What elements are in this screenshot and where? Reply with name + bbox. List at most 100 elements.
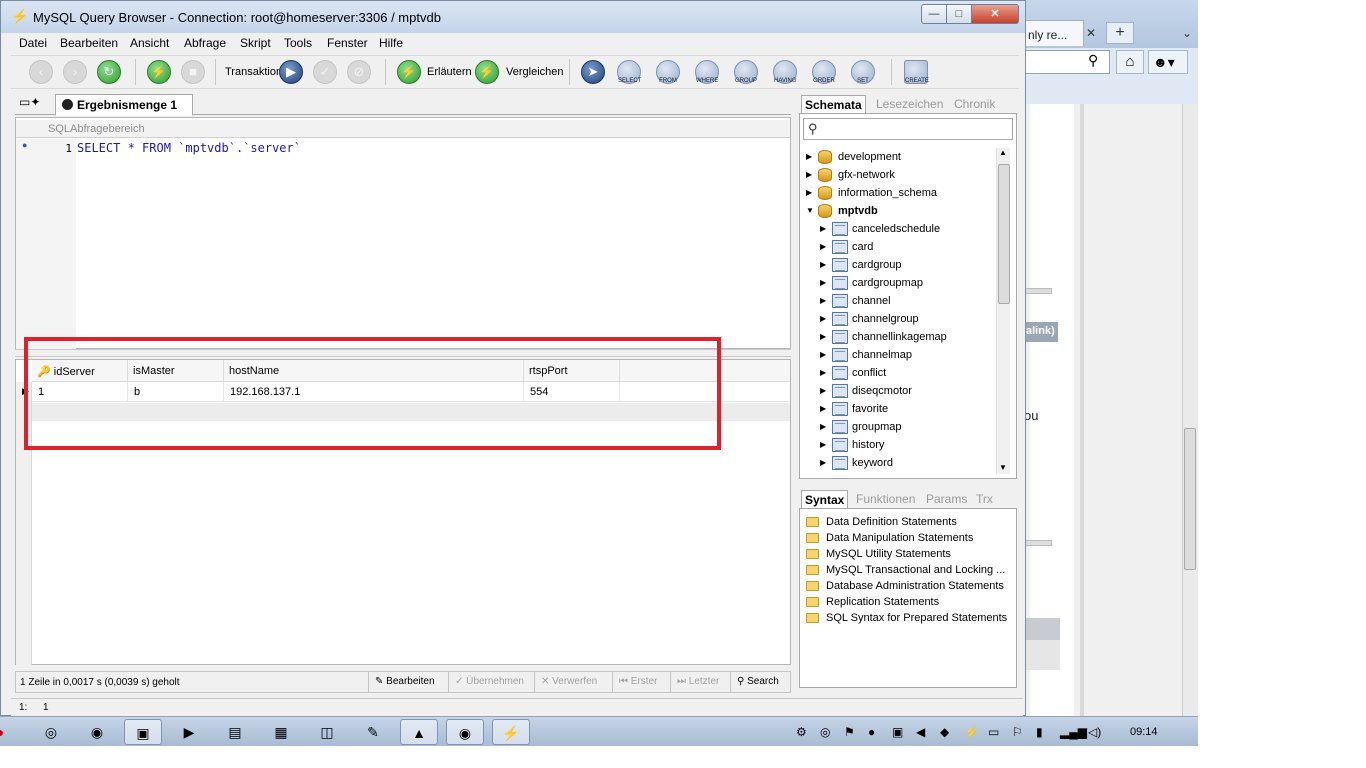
execute-button[interactable]: ⚡ — [147, 60, 171, 84]
tab-history[interactable]: Chronik — [951, 95, 998, 115]
acrobat-icon[interactable]: ▲ — [400, 719, 438, 745]
rollback-button[interactable]: ⊘ — [347, 60, 371, 84]
create-keyword-button[interactable]: CREATE — [904, 60, 929, 84]
tray-icon[interactable]: ▮ — [1036, 725, 1043, 739]
minimize-button[interactable]: — — [921, 4, 947, 24]
syntax-item[interactable]: MySQL Utility Statements — [806, 547, 1012, 563]
new-tab-icon[interactable]: ▭✦ — [19, 95, 40, 113]
syntax-item[interactable]: MySQL Transactional and Locking ... — [806, 563, 1012, 579]
stop-button[interactable]: ■ — [181, 60, 205, 84]
tray-icon[interactable]: ▣ — [892, 725, 903, 739]
refresh-button[interactable]: ↻ — [97, 60, 121, 84]
explain-label[interactable]: Erläutern — [427, 66, 472, 78]
menu-tools[interactable]: Tools — [284, 36, 312, 50]
speaker-tray-icon[interactable]: ◁) — [1088, 725, 1101, 739]
outlook-icon[interactable]: ▣ — [124, 719, 162, 745]
network-tray-icon[interactable]: ▂▄▆ — [1060, 725, 1087, 739]
search-icon[interactable]: ⚲ — [1088, 52, 1098, 69]
order-keyword-button[interactable]: ORDER — [812, 60, 836, 84]
having-keyword-button[interactable]: HAVING — [773, 60, 797, 84]
forward-button[interactable]: › — [63, 60, 87, 84]
tray-icon[interactable]: ⚡ — [964, 725, 979, 739]
first-button[interactable]: ⏮ Erster — [612, 672, 670, 692]
start-transaction-button[interactable]: ▶ — [279, 60, 303, 84]
home-icon[interactable]: ⌂ — [1116, 50, 1144, 74]
browser-scrollbar[interactable] — [1182, 104, 1198, 716]
schema-scrollbar-thumb[interactable] — [998, 164, 1010, 304]
menu-fenster[interactable]: Fenster — [327, 36, 368, 50]
media-player-icon[interactable]: ▶ — [170, 719, 208, 745]
sql-code[interactable]: SELECT * FROM `mptvdb`.`server` — [77, 141, 301, 155]
chevron-down-icon[interactable]: ⌄ — [1182, 26, 1192, 40]
schema-search-input[interactable]: ⚲ — [803, 118, 1013, 140]
menu-skript[interactable]: Skript — [240, 36, 271, 50]
explorer-icon[interactable]: ▤ — [216, 719, 254, 745]
select-keyword-button[interactable]: SELECT — [617, 60, 641, 84]
tray-icon[interactable]: ⚙ — [796, 725, 807, 739]
chrome-icon[interactable]: ◎ — [32, 719, 70, 745]
set-keyword-button[interactable]: SET — [851, 60, 875, 84]
syntax-item[interactable]: Replication Statements — [806, 595, 1012, 611]
discard-button[interactable]: ✕ Verwerfen — [534, 672, 612, 692]
menu-bearbeiten[interactable]: Bearbeiten — [60, 36, 118, 50]
search-button[interactable]: ⚲ Search — [730, 672, 790, 692]
tab-schemata[interactable]: Schemata — [801, 95, 866, 115]
compare-button[interactable]: ⚡ — [475, 60, 499, 84]
tab-results[interactable]: Ergebnismenge 1 — [55, 94, 193, 116]
back-button[interactable]: ‹ — [29, 60, 53, 84]
syntax-item[interactable]: Database Administration Statements — [806, 579, 1012, 595]
tab-trx[interactable]: Trx — [973, 490, 996, 510]
menu-datei[interactable]: Datei — [19, 36, 47, 50]
browser-tab-close-icon[interactable]: ✕ — [1086, 26, 1096, 40]
edit-button[interactable]: ✎ Bearbeiten — [368, 672, 448, 692]
tab-params[interactable]: Params — [923, 490, 970, 510]
tab-syntax[interactable]: Syntax — [801, 490, 849, 510]
mediaportal-icon[interactable]: ◫ — [308, 719, 346, 745]
tab-bookmarks[interactable]: Lesezeichen — [873, 95, 946, 115]
clock[interactable]: 09:14 — [1130, 726, 1158, 738]
scroll-down-icon[interactable]: ▼ — [999, 463, 1007, 472]
title-bar[interactable]: ⚡ MySQL Query Browser - Connection: root… — [1, 1, 1025, 33]
mysql-query-browser-icon[interactable]: ⚡ — [492, 719, 530, 745]
tray-icon[interactable]: ● — [868, 725, 875, 739]
display-tray-icon[interactable]: ▭ — [988, 725, 999, 739]
tray-icon[interactable]: ◎ — [820, 725, 830, 739]
maximize-button[interactable]: □ — [946, 4, 972, 24]
sql-editor[interactable]: SQLAbfragebereich ● 1 SELECT * FROM `mpt… — [15, 117, 791, 349]
smiley-icon[interactable]: ☻▾ — [1148, 50, 1188, 74]
menu-ansicht[interactable]: Ansicht — [130, 36, 169, 50]
browser-new-tab-button[interactable]: + — [1106, 22, 1134, 44]
tray-icon[interactable]: ⚑ — [844, 725, 855, 739]
network-app-icon[interactable]: ▦ — [262, 719, 300, 745]
scroll-up-icon[interactable]: ▲ — [999, 148, 1007, 157]
notes-icon[interactable]: ✎ — [354, 719, 392, 745]
browser-tab[interactable]: nly re... — [1024, 20, 1084, 46]
page-box — [1024, 640, 1060, 670]
syntax-item[interactable]: Data Manipulation Statements — [806, 531, 1012, 547]
menu-hilfe[interactable]: Hilfe — [379, 36, 403, 50]
explain-button[interactable]: ⚡ — [397, 60, 421, 84]
player-icon[interactable]: ◉ — [446, 719, 484, 745]
start-button[interactable]: ● — [0, 719, 10, 745]
volume-tray-icon[interactable]: ◀ — [916, 725, 925, 739]
tray-icon[interactable]: ◆ — [940, 725, 949, 739]
from-keyword-button[interactable]: FROM — [656, 60, 680, 84]
apply-button[interactable]: ✓ Übernehmen — [448, 672, 534, 692]
flag-tray-icon[interactable]: ⚐ — [1012, 725, 1023, 739]
where-keyword-button[interactable]: WHERE — [695, 60, 719, 84]
syntax-item[interactable]: SQL Syntax for Prepared Statements — [806, 611, 1012, 627]
commit-button[interactable]: ✓ — [313, 60, 337, 84]
schema-scrollbar[interactable]: ▲ ▼ — [996, 148, 1010, 474]
pointer-button[interactable]: ➤ — [581, 60, 605, 84]
group-keyword-button[interactable]: GROUP — [734, 60, 758, 84]
compare-label[interactable]: Vergleichen — [506, 66, 564, 78]
page-link-fragment[interactable]: alink) — [1024, 322, 1058, 342]
browser-scrollbar-thumb[interactable] — [1184, 428, 1196, 570]
menu-abfrage[interactable]: Abfrage — [184, 36, 226, 50]
app-icon[interactable]: ◉ — [78, 719, 116, 745]
schema-tree: ▶ development ▶ gfx-network ▶ information_s… — [806, 150, 947, 470]
tab-functions[interactable]: Funktionen — [853, 490, 918, 510]
last-button[interactable]: ⏭ Letzter — [670, 672, 730, 692]
close-button[interactable]: ✕ — [971, 4, 1019, 24]
syntax-item[interactable]: Data Definition Statements — [806, 515, 1012, 531]
